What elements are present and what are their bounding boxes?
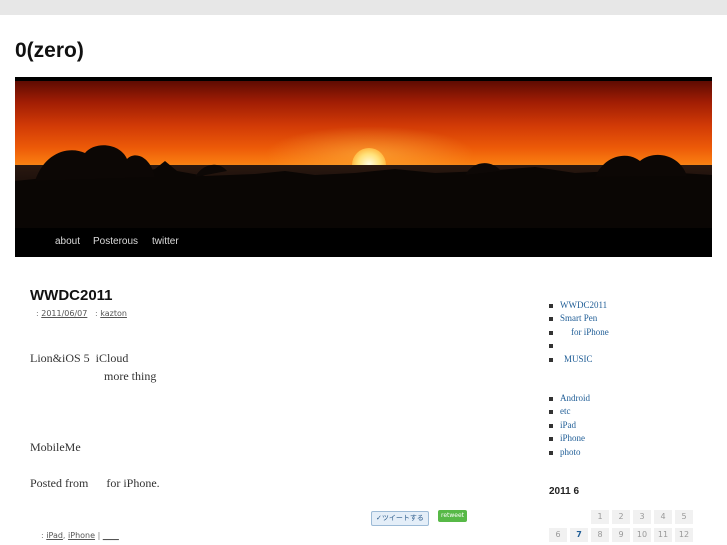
post-paragraph: MobileMe xyxy=(30,440,81,454)
tag-ipad-link[interactable]: iPad xyxy=(46,531,63,540)
comments-link[interactable]: ____ xyxy=(103,531,119,540)
recent-post-link[interactable] xyxy=(549,339,609,352)
post-paragraph: Posted from for iPhone. xyxy=(30,476,160,490)
tag-iphone-link[interactable]: iPhone xyxy=(68,531,95,540)
calendar-day[interactable]: 8 xyxy=(591,528,609,542)
footer-prefix: : xyxy=(41,531,44,540)
categories-list: Android etc iPad iPhone photo xyxy=(549,392,590,459)
recent-post-link[interactable]: MUSIC xyxy=(549,353,609,366)
retweet-button[interactable]: retweet xyxy=(438,510,468,522)
post-author-link[interactable]: kazton xyxy=(100,309,127,318)
category-link[interactable]: etc xyxy=(549,405,590,418)
calendar-day[interactable]: 11 xyxy=(654,528,672,542)
calendar-title: 2011 6 xyxy=(549,486,580,497)
nav-posterous[interactable]: Posterous xyxy=(93,236,138,247)
recent-post-link[interactable]: Smart Pen xyxy=(549,312,609,325)
calendar-day[interactable]: 12 xyxy=(675,528,693,542)
page: 0(zero) about Posterous twitter WWDC2011… xyxy=(0,15,727,545)
post-paragraph: Lion&iOS 5 iCloud xyxy=(30,351,129,365)
calendar-day[interactable]: 4 xyxy=(654,510,672,524)
tag-separator: , xyxy=(62,531,66,540)
calendar-empty-cell xyxy=(570,510,588,524)
author-prefix: : xyxy=(95,309,98,318)
post-meta: : 2011/06/07 : kazton xyxy=(36,309,127,318)
header-banner-image xyxy=(15,81,712,229)
tweet-button[interactable]: ✓ツイートする xyxy=(371,511,429,526)
calendar-day[interactable]: 10 xyxy=(633,528,651,542)
category-link[interactable]: iPhone xyxy=(549,432,590,445)
calendar-empty-cell xyxy=(549,510,567,524)
footer-pipe: | xyxy=(97,531,101,540)
calendar-day[interactable]: 7 xyxy=(570,528,588,542)
date-prefix: : xyxy=(36,309,39,318)
category-link[interactable]: photo xyxy=(549,446,590,459)
post-title[interactable]: WWDC2011 xyxy=(30,287,113,304)
recent-post-link[interactable]: WWDC2011 xyxy=(549,299,609,312)
post-paragraph: more thing xyxy=(104,369,157,383)
site-title[interactable]: 0(zero) xyxy=(15,39,84,63)
calendar-day[interactable]: 3 xyxy=(633,510,651,524)
category-link[interactable]: Android xyxy=(549,392,590,405)
category-link[interactable]: iPad xyxy=(549,419,590,432)
tree-silhouettes xyxy=(15,145,712,229)
calendar-day[interactable]: 9 xyxy=(612,528,630,542)
post-footer: : iPad, iPhone | ____ xyxy=(41,531,119,540)
tweet-button-label: ツイートする xyxy=(381,514,424,522)
calendar-day[interactable]: 1 xyxy=(591,510,609,524)
main-nav: about Posterous twitter xyxy=(15,228,712,257)
post-date-link[interactable]: 2011/06/07 xyxy=(41,309,87,318)
calendar-day[interactable]: 5 xyxy=(675,510,693,524)
calendar-day[interactable]: 2 xyxy=(612,510,630,524)
nav-about[interactable]: about xyxy=(55,236,80,247)
recent-post-link[interactable]: for iPhone xyxy=(549,326,609,339)
recent-posts-list: WWDC2011 Smart Pen for iPhone MUSIC xyxy=(549,299,609,366)
calendar-day[interactable]: 6 xyxy=(549,528,567,542)
nav-twitter[interactable]: twitter xyxy=(152,236,179,247)
